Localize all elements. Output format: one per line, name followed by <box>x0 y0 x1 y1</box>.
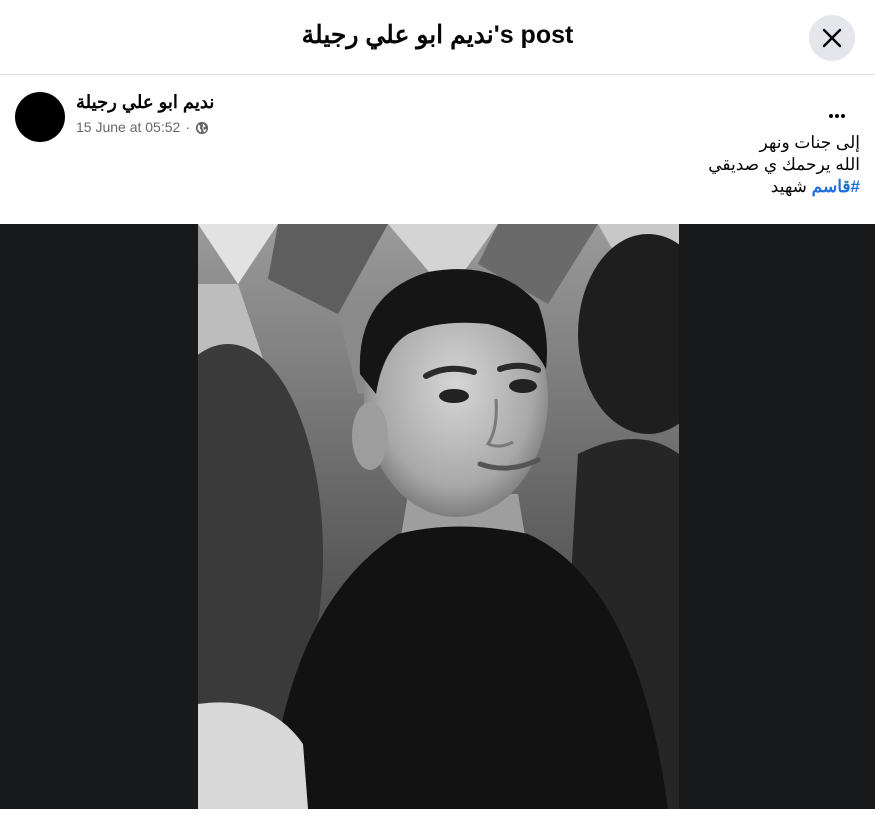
more-icon-dot <box>841 114 845 118</box>
more-icon-dot <box>829 114 833 118</box>
avatar[interactable] <box>15 92 65 142</box>
author-name[interactable]: نديم ابو علي رجيلة <box>76 92 214 113</box>
photo-viewer <box>0 224 875 809</box>
hashtag-suffix: شهيد <box>770 177 807 196</box>
post-caption: إلى جنات ونهر الله يرحمك ي صديقي #قاسم ش… <box>708 132 860 198</box>
close-icon <box>822 28 842 48</box>
meta-separator: · <box>185 119 190 135</box>
dialog-footer <box>0 809 875 832</box>
caption-hashtag-line: #قاسم شهيد <box>708 176 860 198</box>
globe-icon[interactable] <box>195 121 209 135</box>
post-header: نديم ابو علي رجيلة 15 June at 05:52 · إل… <box>0 76 875 224</box>
post-timestamp[interactable]: 15 June at 05:52 <box>76 119 180 135</box>
post-photo[interactable] <box>198 224 679 809</box>
close-button[interactable] <box>809 15 855 61</box>
dialog-title: نديم ابو علي رجيلة's post <box>301 21 574 49</box>
caption-line: إلى جنات ونهر <box>759 133 861 152</box>
more-options-button[interactable] <box>815 98 859 134</box>
photo-image <box>198 224 679 809</box>
caption-line: الله يرحمك ي صديقي <box>708 155 860 174</box>
post-meta: 15 June at 05:52 · <box>76 119 209 135</box>
dialog-header: نديم ابو علي رجيلة's post <box>0 0 875 75</box>
hashtag-link[interactable]: #قاسم <box>812 177 860 196</box>
more-icon-dot <box>835 114 839 118</box>
